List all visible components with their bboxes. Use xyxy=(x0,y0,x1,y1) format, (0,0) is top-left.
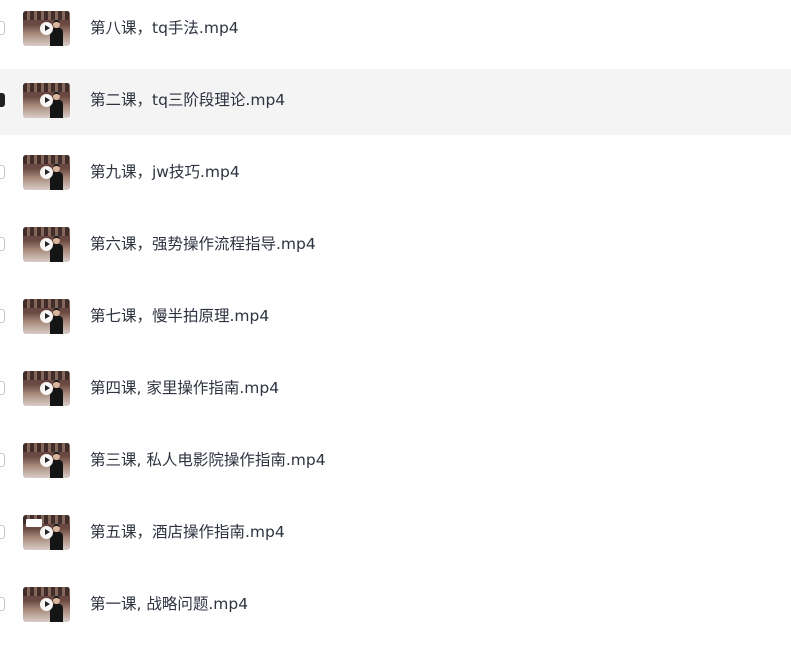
video-thumbnail-icon[interactable] xyxy=(23,11,70,46)
file-row[interactable]: 第五课，酒店操作指南.mp4 xyxy=(0,501,791,567)
play-icon xyxy=(40,310,53,323)
row-checkbox[interactable] xyxy=(0,309,5,323)
file-name[interactable]: 第七课，慢半拍原理.mp4 xyxy=(90,307,269,325)
file-row[interactable]: 第八课，tq手法.mp4 xyxy=(0,0,791,63)
file-row[interactable]: 第一课, 战略问题.mp4 xyxy=(0,573,791,639)
file-name[interactable]: 第一课, 战略问题.mp4 xyxy=(90,595,248,613)
row-checkbox[interactable] xyxy=(0,21,5,35)
row-checkbox[interactable] xyxy=(0,453,5,467)
play-icon xyxy=(40,526,53,539)
video-thumbnail-icon[interactable] xyxy=(23,587,70,622)
file-row[interactable]: 第四课, 家里操作指南.mp4 xyxy=(0,357,791,423)
video-thumbnail-icon[interactable] xyxy=(23,515,70,550)
row-checkbox[interactable] xyxy=(0,525,5,539)
file-row[interactable]: 第九课，jw技巧.mp4 xyxy=(0,141,791,207)
video-thumbnail-icon[interactable] xyxy=(23,371,70,406)
video-thumbnail-icon[interactable] xyxy=(23,155,70,190)
play-icon xyxy=(40,166,53,179)
file-row[interactable]: 第六课，强势操作流程指导.mp4 xyxy=(0,213,791,279)
file-row-selected[interactable]: 第二课，tq三阶段理论.mp4 xyxy=(0,69,791,135)
file-row[interactable]: 第三课, 私人电影院操作指南.mp4 xyxy=(0,429,791,495)
video-thumbnail-icon[interactable] xyxy=(23,443,70,478)
file-name[interactable]: 第八课，tq手法.mp4 xyxy=(90,19,239,37)
file-name[interactable]: 第二课，tq三阶段理论.mp4 xyxy=(90,91,285,109)
row-checkbox[interactable] xyxy=(0,597,5,611)
play-icon xyxy=(40,94,53,107)
file-name[interactable]: 第九课，jw技巧.mp4 xyxy=(90,163,240,181)
row-checkbox-checked[interactable] xyxy=(0,93,5,107)
video-thumbnail-icon[interactable] xyxy=(23,83,70,118)
row-checkbox[interactable] xyxy=(0,165,5,179)
play-icon xyxy=(40,22,53,35)
play-icon xyxy=(40,382,53,395)
play-icon xyxy=(40,454,53,467)
file-name[interactable]: 第四课, 家里操作指南.mp4 xyxy=(90,379,279,397)
row-checkbox[interactable] xyxy=(0,237,5,251)
file-name[interactable]: 第五课，酒店操作指南.mp4 xyxy=(90,523,285,541)
file-name[interactable]: 第三课, 私人电影院操作指南.mp4 xyxy=(90,451,326,469)
play-icon xyxy=(40,598,53,611)
file-list: 第八课，tq手法.mp4 第二课，tq三阶段理论.mp4 第九课，jw技巧.mp… xyxy=(0,0,791,672)
video-thumbnail-icon[interactable] xyxy=(23,227,70,262)
video-thumbnail-icon[interactable] xyxy=(23,299,70,334)
file-name[interactable]: 第六课，强势操作流程指导.mp4 xyxy=(90,235,316,253)
row-checkbox[interactable] xyxy=(0,381,5,395)
file-row[interactable]: 第七课，慢半拍原理.mp4 xyxy=(0,285,791,351)
play-icon xyxy=(40,238,53,251)
